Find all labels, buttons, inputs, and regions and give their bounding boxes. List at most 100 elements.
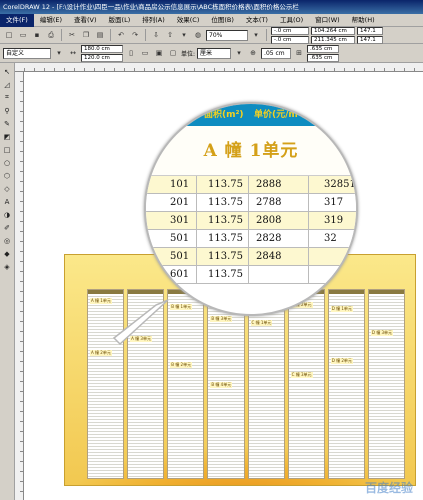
scale-x-field[interactable]: 147.1 [357, 26, 383, 35]
unit-tag: B 幢 4单元 [210, 382, 233, 388]
menu-arrange[interactable]: 排列(A) [136, 14, 171, 27]
menu-text[interactable]: 文本(T) [240, 14, 274, 27]
size-width-field[interactable]: 104.264 cm [311, 26, 355, 35]
all-pages-icon[interactable]: ▣ [153, 47, 165, 59]
duplicate-y-field[interactable]: .635 cm [307, 53, 340, 62]
menu-window[interactable]: 窗口(W) [309, 14, 346, 27]
board-column: B 幢 3单元 B 幢 4单元 [207, 289, 245, 479]
interactive-blend-tool-icon[interactable]: ◑ [2, 209, 13, 220]
duplicate-distance-fields: .635 cm .635 cm [307, 44, 340, 62]
room-number-cell: 201 [170, 197, 190, 208]
menu-layout[interactable]: 版面(L) [103, 14, 137, 27]
column-divider [248, 194, 249, 211]
new-document-icon[interactable]: □ [3, 29, 15, 41]
table-row: 601 113.75 [146, 266, 356, 284]
column-divider [308, 230, 309, 247]
ellipse-tool-icon[interactable]: ○ [2, 157, 13, 168]
position-fields: -.0 cm -.0 cm [271, 26, 309, 44]
shape-tool-icon[interactable]: ◿ [2, 79, 13, 90]
page-height-field[interactable]: 120.0 cm [81, 53, 123, 62]
drawing-canvas[interactable]: 面积价格公示栏 A 幢 1单元A 幢 2单元A 幢 3单元B 幢 1单元B 幢 … [24, 72, 423, 500]
area-cell: 113.75 [208, 179, 243, 190]
menu-tools[interactable]: 工具(O) [274, 14, 309, 27]
smart-fill-tool-icon[interactable]: ◩ [2, 131, 13, 142]
copy-icon[interactable]: ❐ [80, 29, 92, 41]
zoom-tool-icon[interactable]: ⚲ [2, 105, 13, 116]
vertical-ruler[interactable] [15, 72, 24, 500]
header-total: 总 [324, 110, 334, 120]
cut-icon[interactable]: ✂ [66, 29, 78, 41]
pick-tool-icon[interactable]: ↖ [2, 66, 13, 77]
total-cell: 319 [324, 215, 344, 226]
outline-tool-icon[interactable]: ◎ [2, 235, 13, 246]
unit-select[interactable]: 厘米 [197, 47, 232, 59]
corel-online-icon[interactable]: ◍ [192, 29, 204, 41]
page-preset-select[interactable]: 自定义 [3, 47, 51, 59]
total-cell: 32 [324, 233, 337, 244]
duplicate-x-field[interactable]: .635 cm [307, 44, 340, 53]
magnified-table-header: 号 面积(m²) 单价(元/m²) 总 [146, 104, 356, 126]
zoom-dropdown-icon[interactable]: ▾ [250, 29, 262, 41]
import-icon[interactable]: ⇩ [150, 29, 162, 41]
unit-tag: A 幢 2单元 [90, 350, 112, 356]
menu-help[interactable]: 帮助(H) [346, 14, 381, 27]
paste-icon[interactable]: ▤ [94, 29, 106, 41]
basic-shapes-tool-icon[interactable]: ◇ [2, 183, 13, 194]
eyedropper-tool-icon[interactable]: ✐ [2, 222, 13, 233]
portrait-icon[interactable]: ▯ [125, 47, 137, 59]
page-width-field[interactable]: 180.0 cm [81, 44, 123, 53]
magnifier-callout: 号 面积(m²) 单价(元/m²) 总 A 幢 1单元 101 113.75 288… [144, 102, 358, 316]
column-divider [248, 266, 249, 283]
current-page-icon[interactable]: ▢ [167, 47, 179, 59]
column-divider [196, 176, 197, 193]
room-number-cell: 101 [170, 179, 190, 190]
menu-view[interactable]: 查看(V) [68, 14, 103, 27]
unit-price-cell: 2848 [256, 251, 282, 262]
board-column: D 幢 3单元 [367, 289, 405, 479]
freehand-tool-icon[interactable]: ✎ [2, 118, 13, 129]
menu-effects[interactable]: 效果(C) [171, 14, 206, 27]
menu-file[interactable]: 文件(F) [0, 13, 34, 27]
duplicate-distance-icon: ⊞ [296, 49, 302, 57]
board-column: A 幢 1单元 A 幢 2单元 [87, 289, 125, 479]
scale-y-field[interactable]: 147.1 [357, 35, 383, 44]
export-icon[interactable]: ⇧ [164, 29, 176, 41]
board-column-header [328, 290, 364, 294]
preset-dropdown-icon[interactable]: ▾ [53, 47, 65, 59]
table-row: 201 113.75 2788 317 [146, 194, 356, 212]
crop-tool-icon[interactable]: ⌗ [2, 92, 13, 103]
save-icon[interactable]: ▪ [31, 29, 43, 41]
print-icon[interactable]: ⎙ [45, 29, 57, 41]
page-size-fields: 180.0 cm 120.0 cm [81, 44, 123, 62]
fill-tool-icon[interactable]: ◆ [2, 248, 13, 259]
zoom-level-select[interactable]: 70% [206, 29, 248, 41]
unit-tag: D 幢 2单元 [330, 358, 353, 364]
landscape-icon[interactable]: ▭ [139, 47, 151, 59]
rectangle-tool-icon[interactable]: □ [2, 144, 13, 155]
board-columns: A 幢 1单元 A 幢 2单元 A 幢 3单元 B 幢 1单元 B 幢 2单元 B 幢 3… [87, 289, 405, 479]
interactive-fill-tool-icon[interactable]: ◈ [2, 261, 13, 272]
size-height-field[interactable]: 211.345 cm [311, 35, 355, 44]
board-column: D 幢 1单元 D 幢 2单元 [327, 289, 365, 479]
scale-fields: 147.1 147.1 [357, 26, 383, 44]
width-icon: ↔ [70, 49, 76, 57]
undo-icon[interactable]: ↶ [115, 29, 127, 41]
polygon-tool-icon[interactable]: ⬡ [2, 170, 13, 181]
open-icon[interactable]: ▭ [17, 29, 29, 41]
total-cell: 32851 [324, 179, 356, 190]
column-divider [196, 230, 197, 247]
unit-dropdown-icon[interactable]: ▾ [233, 47, 245, 59]
redo-icon[interactable]: ↷ [129, 29, 141, 41]
menu-edit[interactable]: 编辑(E) [34, 14, 68, 27]
horizontal-ruler[interactable] [15, 63, 423, 72]
menu-bitmaps[interactable]: 位图(B) [205, 14, 240, 27]
nudge-offset-field[interactable]: .05 cm [261, 47, 292, 59]
room-number-cell: 501 [170, 251, 190, 262]
position-y-field[interactable]: -.0 cm [271, 35, 309, 44]
position-x-field[interactable]: -.0 cm [271, 26, 309, 35]
watermark-text: 百度经验 [364, 481, 413, 495]
toolbar-divider [145, 29, 146, 41]
app-launcher-icon[interactable]: ▾ [178, 29, 190, 41]
text-tool-icon[interactable]: A [2, 196, 13, 207]
standard-toolbar: □ ▭ ▪ ⎙ ✂ ❐ ▤ ↶ ↷ ⇩ ⇧ ▾ ◍ 70% ▾ -.0 cm -… [0, 26, 423, 44]
